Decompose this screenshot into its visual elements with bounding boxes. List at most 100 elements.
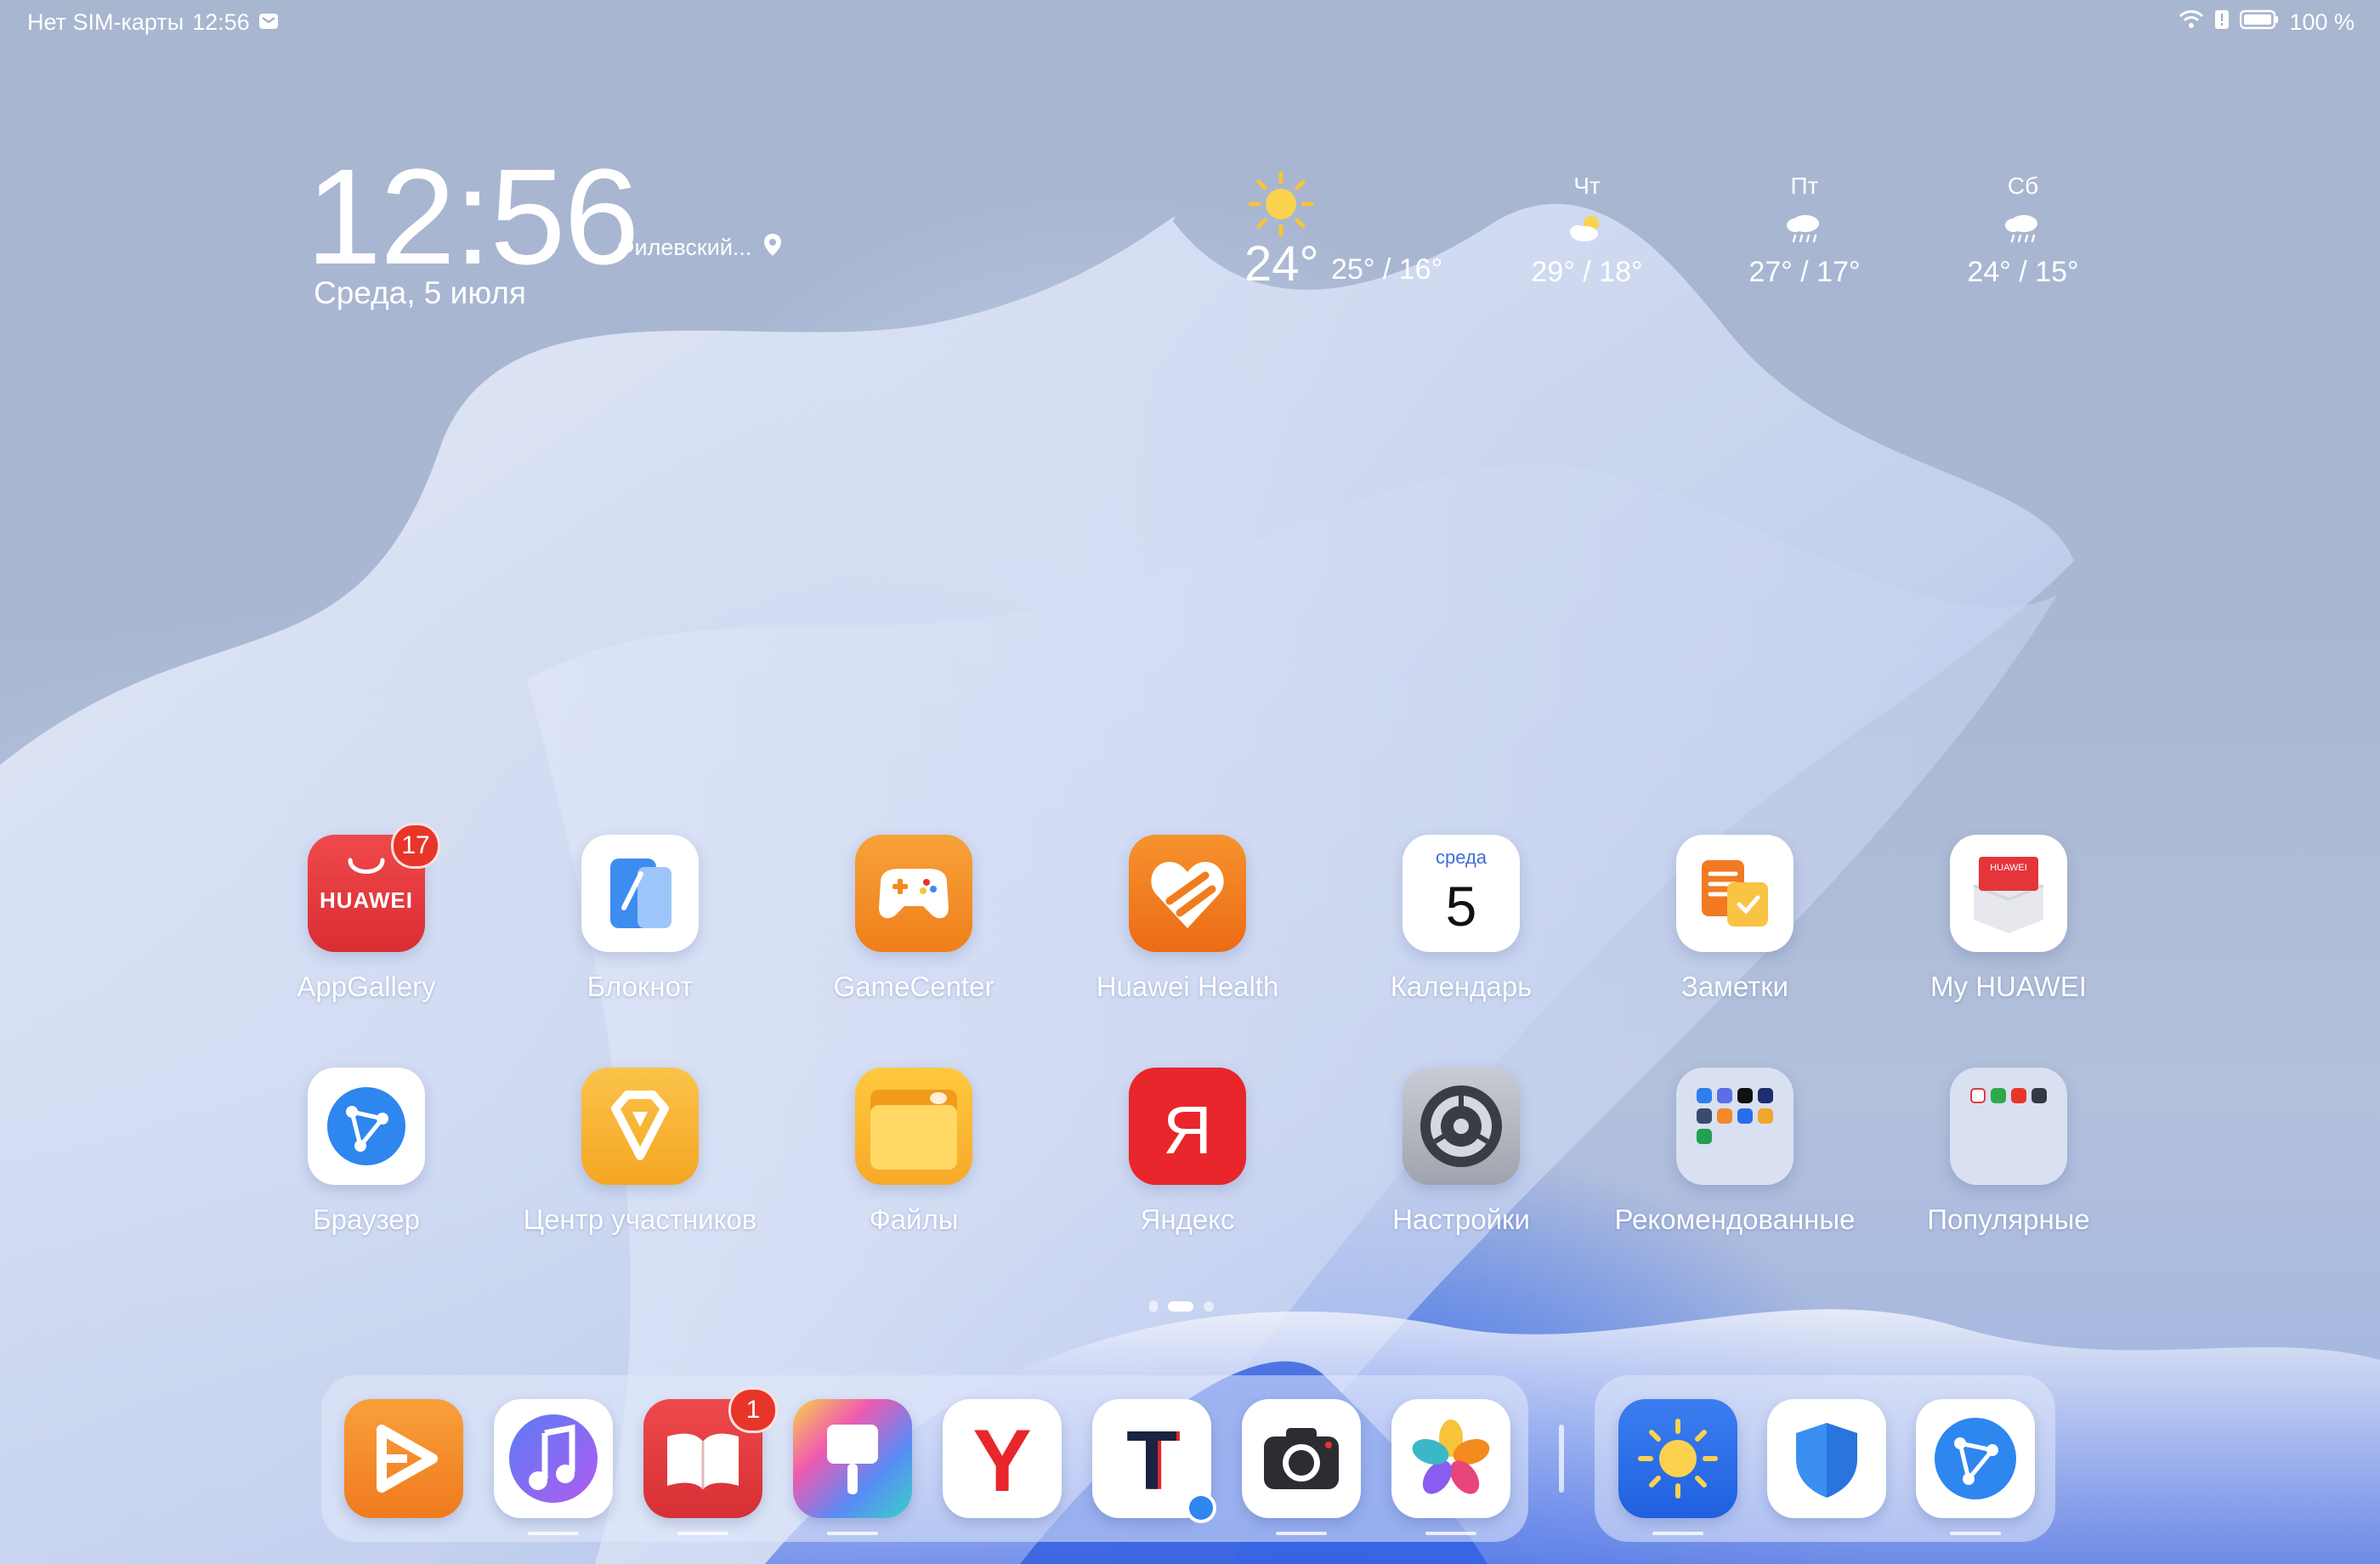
current-temp-range: 25° / 16° xyxy=(1331,253,1443,286)
app-label: AppGallery xyxy=(297,971,436,1002)
app-settings[interactable]: Настройки xyxy=(1334,1068,1589,1236)
gamecenter-icon xyxy=(855,835,972,952)
sun-icon[interactable] xyxy=(1243,170,1319,242)
running-indicator xyxy=(528,1532,579,1535)
app-label: Популярные xyxy=(1927,1204,2090,1235)
forecast-day-1[interactable]: Чт 29° / 18° xyxy=(1502,173,1672,289)
forecast-temp-range: 29° / 18° xyxy=(1531,256,1643,288)
calendar-day-name: среда xyxy=(1435,847,1488,868)
weather-location[interactable]: Филевский... xyxy=(617,233,782,263)
app-label: Центр участников xyxy=(523,1204,757,1235)
sim-status: Нет SIM-карты xyxy=(27,9,184,35)
weather-icon[interactable] xyxy=(1618,1399,1737,1535)
app-label: Блокнот xyxy=(586,971,694,1002)
t-app-icon[interactable]: T xyxy=(1092,1399,1216,1523)
app-notepad[interactable]: Блокнот xyxy=(513,835,768,1003)
location-name: Филевский... xyxy=(617,235,752,260)
app-member-center[interactable]: Центр участников xyxy=(513,1068,768,1236)
calendar-icon: среда 5 xyxy=(1402,835,1520,952)
app-label: Календарь xyxy=(1390,971,1533,1002)
status-time: 12:56 xyxy=(192,9,250,35)
themes-icon[interactable] xyxy=(793,1399,912,1535)
folder-recommended[interactable]: Рекомендованные xyxy=(1607,1068,1862,1236)
dock-separator xyxy=(1559,1425,1564,1493)
running-indicator xyxy=(1950,1532,2001,1535)
location-pin-icon xyxy=(763,233,782,263)
forecast-day-2[interactable]: Пт 27° / 17° xyxy=(1720,173,1890,289)
appgallery-brand: HUAWEI xyxy=(320,887,413,913)
calendar-day-number: 5 xyxy=(1445,875,1477,938)
my-huawei-icon: HUAWEI xyxy=(1950,835,2067,952)
app-gamecenter[interactable]: GameCenter xyxy=(786,835,1041,1003)
app-files[interactable]: Файлы xyxy=(786,1068,1041,1236)
security-shield-icon[interactable] xyxy=(1767,1399,1886,1518)
app-label: Файлы xyxy=(869,1204,959,1235)
yandex-glyph: Я xyxy=(1163,1092,1212,1168)
my-huawei-brand: HUAWEI xyxy=(1990,863,2027,873)
page-dot xyxy=(1204,1301,1214,1312)
yandex-icon: Я xyxy=(1129,1068,1246,1185)
music-icon[interactable] xyxy=(494,1399,613,1535)
notes-icon xyxy=(1676,835,1794,952)
battery-icon xyxy=(2240,9,2279,36)
running-indicator xyxy=(1425,1532,1476,1535)
current-temperature[interactable]: 24° xyxy=(1244,235,1319,292)
status-bar: Нет SIM-карты 12:56 100 % xyxy=(0,0,2380,48)
files-folder-icon xyxy=(855,1068,972,1185)
clock-date: Среда, 5 июля xyxy=(314,275,526,310)
forecast-temp-range: 27° / 17° xyxy=(1748,256,1861,288)
app-yandex[interactable]: Я Яндекс xyxy=(1060,1068,1315,1236)
yandex-browser-icon[interactable]: Y xyxy=(943,1399,1062,1518)
app-label: GameCenter xyxy=(833,971,994,1002)
notification-badge: 17 xyxy=(391,823,440,869)
clock-time[interactable]: 12:56 xyxy=(306,149,639,285)
app-huawei-health[interactable]: Huawei Health xyxy=(1060,835,1315,1003)
appgallery-icon: HUAWEI 17 xyxy=(308,823,440,952)
browser-badge-icon xyxy=(1186,1493,1216,1523)
app-label: Huawei Health xyxy=(1096,971,1279,1002)
wifi-icon xyxy=(2179,9,2204,36)
status-left: Нет SIM-карты 12:56 xyxy=(27,9,279,36)
gallery-icon[interactable] xyxy=(1391,1399,1510,1535)
notification-badge: 1 xyxy=(728,1387,778,1433)
forecast-day-3[interactable]: Сб 24° / 15° xyxy=(1938,173,2108,289)
alert-icon xyxy=(2214,9,2230,36)
yandex-browser-glyph: Y xyxy=(972,1412,1032,1510)
member-center-diamond-icon xyxy=(581,1068,699,1185)
running-indicator xyxy=(1652,1532,1703,1535)
browser-icon xyxy=(308,1068,425,1185)
app-notes[interactable]: Заметки xyxy=(1607,835,1862,1003)
app-browser[interactable]: Браузер xyxy=(239,1068,494,1236)
app-label: My HUAWEI xyxy=(1930,971,2087,1002)
video-icon[interactable] xyxy=(344,1399,463,1518)
browser-icon[interactable] xyxy=(1916,1399,2035,1535)
books-icon[interactable]: 1 xyxy=(643,1387,778,1535)
app-label: Рекомендованные xyxy=(1614,1204,1856,1235)
running-indicator xyxy=(827,1532,878,1535)
camera-icon[interactable] xyxy=(1242,1399,1361,1535)
rain-icon xyxy=(1720,205,1890,252)
app-label: Яндекс xyxy=(1140,1204,1235,1235)
page-indicator[interactable] xyxy=(1149,1300,1214,1312)
folder-popular[interactable]: Популярные xyxy=(1881,1068,2136,1236)
running-indicator xyxy=(1276,1532,1327,1535)
forecast-day-name: Чт xyxy=(1573,173,1601,199)
status-right: 100 % xyxy=(2179,9,2354,36)
notepad-icon xyxy=(581,835,699,952)
forecast-day-name: Пт xyxy=(1790,173,1819,199)
app-my-huawei[interactable]: HUAWEI My HUAWEI xyxy=(1881,835,2136,1003)
folder-icon xyxy=(1676,1068,1794,1185)
rain-icon xyxy=(1938,205,2108,252)
app-appgallery[interactable]: HUAWEI 17 AppGallery xyxy=(239,823,494,1003)
message-icon xyxy=(258,9,279,36)
active-page-dot xyxy=(1168,1301,1193,1312)
search-dot-icon xyxy=(1149,1300,1158,1312)
forecast-day-name: Сб xyxy=(2007,173,2039,199)
battery-percent: 100 % xyxy=(2289,9,2354,35)
app-calendar[interactable]: среда 5 Календарь xyxy=(1334,835,1589,1003)
app-label: Настройки xyxy=(1392,1204,1530,1235)
folder-icon xyxy=(1950,1068,2067,1185)
forecast-temp-range: 24° / 15° xyxy=(1967,256,2079,288)
app-label: Заметки xyxy=(1680,971,1789,1002)
settings-gear-icon xyxy=(1402,1068,1520,1185)
